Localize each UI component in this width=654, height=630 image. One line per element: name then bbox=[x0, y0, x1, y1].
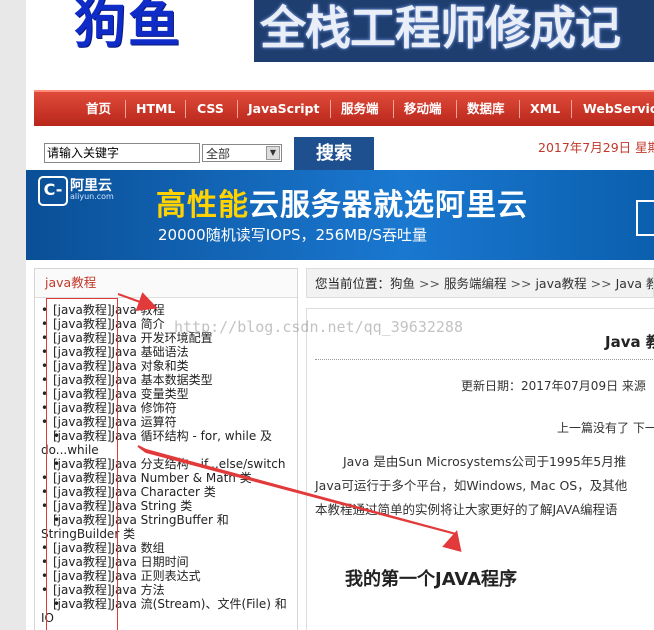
annotation-arrow-top bbox=[117, 292, 158, 311]
page: 狗鱼 全栈工程师修成记 首页 HTML CSS JavaScript 服务端 移… bbox=[26, 0, 654, 630]
annotation-arrow-long bbox=[137, 445, 456, 534]
annotation-arrows bbox=[117, 292, 654, 630]
